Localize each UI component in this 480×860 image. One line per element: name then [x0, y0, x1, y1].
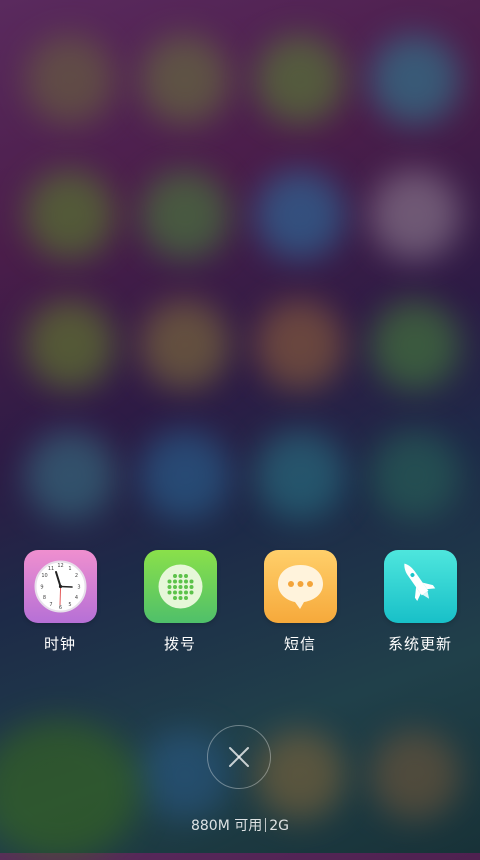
svg-text:1: 1 — [68, 566, 71, 572]
svg-text:9: 9 — [40, 585, 43, 591]
svg-text:10: 10 — [41, 573, 47, 579]
memory-available: 880M 可用 — [190, 818, 263, 834]
close-icon — [229, 747, 249, 767]
svg-text:4: 4 — [74, 595, 77, 601]
svg-text:3: 3 — [77, 585, 80, 591]
clock-icon: 12 1 2 345 678 9 10 11 — [23, 550, 97, 623]
svg-text:2: 2 — [74, 573, 77, 579]
recent-app-messages[interactable]: 短信 — [240, 550, 360, 654]
svg-text:12: 12 — [57, 563, 63, 569]
recent-app-label: 拨号 — [163, 635, 196, 653]
recent-app-label: 系统更新 — [387, 635, 452, 653]
svg-text:5: 5 — [68, 602, 71, 608]
rocket-icon — [383, 550, 457, 623]
memory-separator — [265, 818, 267, 832]
recent-app-label: 短信 — [283, 635, 316, 653]
recent-apps-row: 12 1 2 345 678 9 10 11 时钟 拨号 短信 系统更新 — [0, 550, 480, 660]
svg-text:6: 6 — [58, 605, 61, 611]
recent-app-clock[interactable]: 12 1 2 345 678 9 10 11 时钟 — [0, 550, 120, 654]
memory-status: 880M 可用 2G — [0, 815, 480, 835]
phone-dialer-icon — [143, 550, 217, 623]
message-bubble-icon — [263, 550, 337, 623]
memory-total: 2G — [269, 818, 290, 834]
svg-text:8: 8 — [42, 595, 45, 601]
svg-text:7: 7 — [49, 602, 52, 608]
recent-app-dialer[interactable]: 拨号 — [120, 550, 240, 654]
clear-recent-apps-button[interactable] — [207, 725, 271, 789]
svg-text:11: 11 — [47, 566, 53, 572]
recent-app-system-update[interactable]: 系统更新 — [360, 550, 480, 654]
recent-app-label: 时钟 — [43, 635, 76, 653]
